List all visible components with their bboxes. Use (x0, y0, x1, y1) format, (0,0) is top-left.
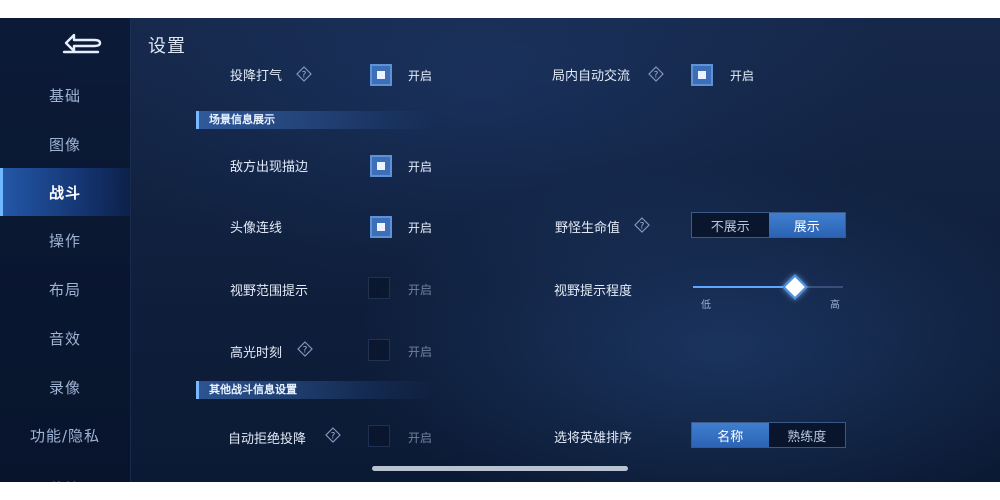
help-icon[interactable]: ? (648, 66, 664, 82)
enemy-outline-label: 敌方出现描边 (230, 160, 309, 175)
in-game-auto-chat-state: 开启 (730, 69, 755, 83)
monster-hp-label: 野怪生命值 (555, 221, 621, 236)
vision-hint-level-label: 视野提示程度 (554, 284, 633, 299)
enemy-outline-checkbox[interactable] (370, 155, 392, 177)
hero-sort-segmented: 名称 熟练度 (691, 422, 846, 448)
sidebar-item-controls[interactable]: 操作 (0, 216, 130, 264)
sidebar-item-sound[interactable]: 音效 (0, 314, 130, 362)
sidebar-item-basic[interactable]: 基础 (0, 71, 130, 119)
vision-range-hint-label: 视野范围提示 (230, 284, 309, 299)
sidebar-item-replay[interactable]: 录像 (0, 363, 130, 411)
help-icon[interactable]: ? (325, 427, 341, 443)
sidebar-item-combat[interactable]: 战斗 (0, 168, 130, 216)
page-title: 设置 (148, 36, 186, 57)
surrender-vote-checkbox[interactable] (370, 64, 392, 86)
auto-reject-surrender-label: 自动拒绝投降 (228, 432, 307, 447)
slider-max-label: 高 (830, 300, 840, 311)
help-icon[interactable]: ? (297, 341, 313, 357)
vision-range-hint-state: 开启 (408, 283, 433, 297)
sidebar-item-privacy[interactable]: 功能/隐私 (0, 411, 130, 459)
enemy-outline-state: 开启 (408, 160, 433, 174)
highlight-moment-label: 高光时刻 (230, 346, 283, 361)
back-arrow-icon (62, 33, 102, 54)
svg-text:?: ? (331, 432, 336, 442)
avatar-line-checkbox[interactable] (370, 216, 392, 238)
slider-knob[interactable] (782, 274, 808, 300)
sidebar-item-layout[interactable]: 布局 (0, 265, 130, 313)
highlight-moment-state: 开启 (408, 345, 433, 359)
avatar-line-label: 头像连线 (230, 221, 283, 236)
svg-text:?: ? (302, 71, 307, 81)
avatar-line-state: 开启 (408, 221, 433, 235)
monster-hp-option-show[interactable]: 展示 (768, 213, 845, 237)
section-other-combat: 其他战斗信息设置 (196, 381, 436, 399)
settings-screen: 基础 图像 战斗 操作 布局 音效 录像 功能/隐私 下载管理 设置 投降打气 … (0, 18, 1000, 482)
auto-reject-surrender-state: 开启 (408, 431, 433, 445)
monster-hp-option-hide[interactable]: 不展示 (692, 213, 769, 237)
sidebar: 基础 图像 战斗 操作 布局 音效 录像 功能/隐私 下载管理 (0, 18, 131, 482)
hero-sort-option-proficiency[interactable]: 熟练度 (768, 423, 845, 447)
hero-sort-label: 选将英雄排序 (554, 431, 633, 446)
back-button[interactable] (58, 30, 108, 56)
surrender-vote-state: 开启 (408, 69, 433, 83)
vision-hint-level-slider[interactable]: 低 高 (693, 274, 845, 318)
svg-text:?: ? (654, 71, 659, 81)
sidebar-item-graphics[interactable]: 图像 (0, 120, 130, 168)
svg-text:?: ? (640, 222, 645, 232)
auto-reject-surrender-checkbox[interactable] (368, 425, 390, 447)
highlight-moment-checkbox[interactable] (368, 339, 390, 361)
in-game-auto-chat-checkbox[interactable] (691, 64, 713, 86)
vision-range-hint-checkbox[interactable] (368, 277, 390, 299)
help-icon[interactable]: ? (634, 217, 650, 233)
svg-text:?: ? (303, 346, 308, 356)
slider-fill (693, 286, 795, 288)
slider-min-label: 低 (701, 300, 711, 311)
sidebar-item-download[interactable]: 下载管理 (0, 464, 130, 483)
help-icon[interactable]: ? (296, 66, 312, 82)
monster-hp-segmented: 不展示 展示 (691, 212, 846, 238)
home-indicator (372, 466, 628, 471)
surrender-vote-label: 投降打气 (230, 69, 283, 84)
section-scene-info: 场景信息展示 (196, 111, 436, 129)
in-game-auto-chat-label: 局内自动交流 (552, 69, 631, 84)
hero-sort-option-name[interactable]: 名称 (692, 423, 769, 447)
